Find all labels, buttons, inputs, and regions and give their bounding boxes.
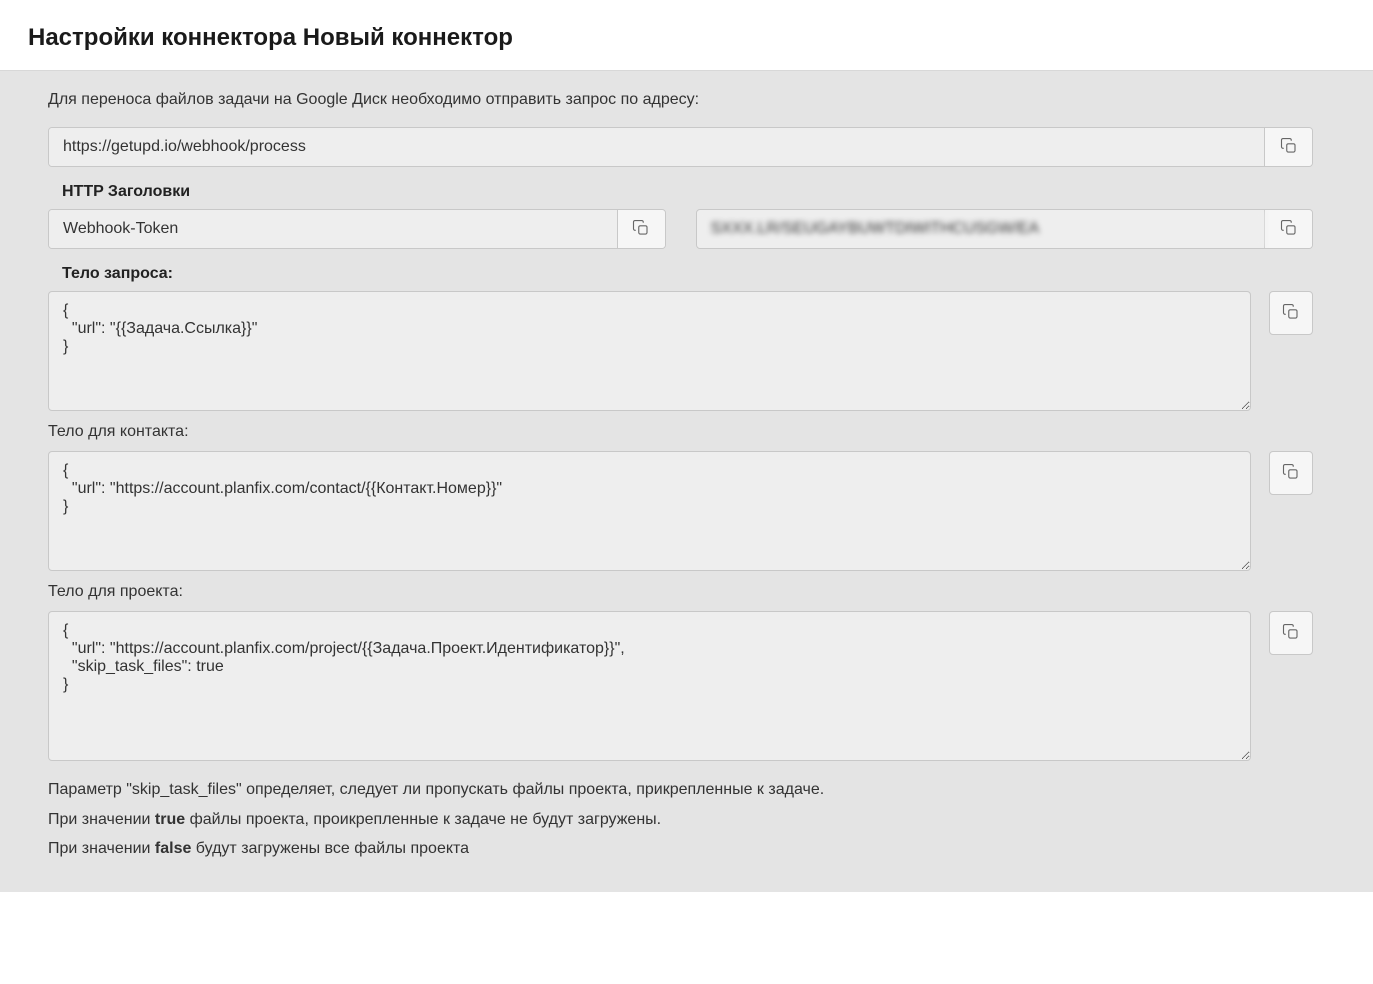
- webhook-url-field: [48, 127, 1313, 167]
- http-headers-row: [48, 209, 1313, 249]
- webhook-url-input[interactable]: [49, 128, 1264, 166]
- footer-line-2: При значении true файлы проекта, проикре…: [48, 807, 1313, 833]
- copy-icon: [1280, 137, 1298, 158]
- copy-icon: [1282, 463, 1300, 484]
- http-headers-title: HTTP Заголовки: [48, 167, 1313, 209]
- request-body-title: Тело запроса:: [48, 249, 1313, 291]
- contact-body-textarea[interactable]: [48, 451, 1251, 571]
- header-name-input[interactable]: [49, 210, 617, 248]
- footer-line-3: При значении false будут загружены все ф…: [48, 836, 1313, 862]
- page-title: Настройки коннектора Новый коннектор: [0, 0, 1373, 71]
- project-body-label: Тело для проекта:: [48, 583, 1313, 601]
- copy-icon: [1280, 219, 1298, 240]
- copy-contact-body-button[interactable]: [1269, 451, 1313, 495]
- header-name-field: [48, 209, 666, 249]
- copy-project-body-button[interactable]: [1269, 611, 1313, 655]
- request-body-textarea[interactable]: [48, 291, 1251, 411]
- footer-text: Параметр "skip_task_files" определяет, с…: [48, 777, 1313, 862]
- copy-icon: [1282, 623, 1300, 644]
- copy-header-value-button[interactable]: [1264, 210, 1312, 248]
- copy-header-name-button[interactable]: [617, 210, 665, 248]
- intro-text: Для переноса файлов задачи на Google Дис…: [48, 91, 1313, 109]
- contact-body-label: Тело для контакта:: [48, 423, 1313, 441]
- footer-line-1: Параметр "skip_task_files" определяет, с…: [48, 777, 1313, 803]
- header-value-input[interactable]: [697, 210, 1265, 248]
- copy-icon: [1282, 303, 1300, 324]
- header-value-field: [696, 209, 1314, 249]
- project-body-textarea[interactable]: [48, 611, 1251, 761]
- copy-request-body-button[interactable]: [1269, 291, 1313, 335]
- copy-webhook-url-button[interactable]: [1264, 128, 1312, 166]
- content-panel: Для переноса файлов задачи на Google Дис…: [0, 71, 1373, 892]
- copy-icon: [632, 219, 650, 240]
